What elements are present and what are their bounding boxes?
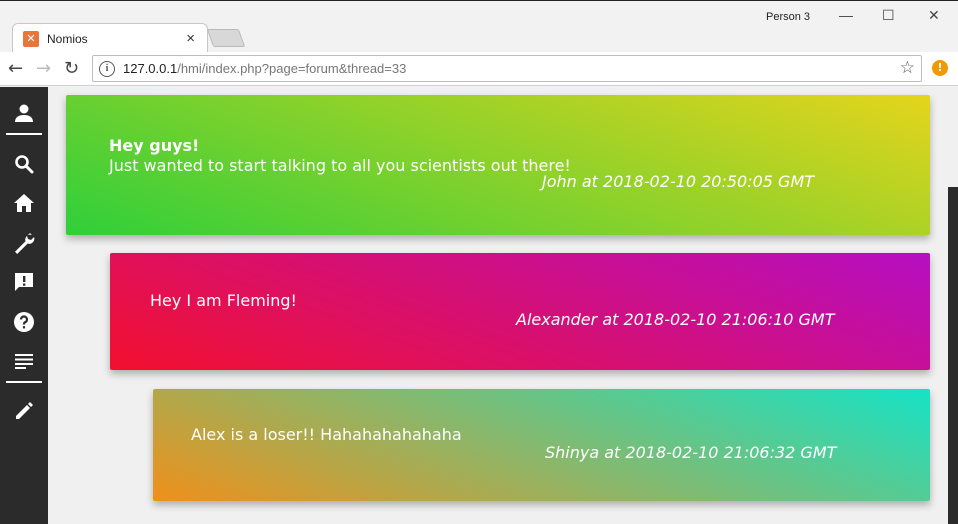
nav-report[interactable]	[0, 264, 48, 300]
moon-icon[interactable]	[918, 106, 936, 128]
post-meta: Shinya at 2018-02-10 21:06:32 GMT	[545, 443, 837, 462]
list-icon	[15, 354, 33, 369]
edit-icon	[16, 402, 33, 419]
page-scrollbar[interactable]	[948, 187, 958, 524]
post-meta: John at 2018-02-10 20:50:05 GMT	[542, 172, 815, 191]
profile-name[interactable]: Person 3	[766, 11, 810, 23]
post-body: Alex is a loser!! Hahahahahahaha	[191, 425, 462, 444]
tab-close-icon[interactable]: ×	[186, 30, 195, 47]
tab-title: Nomios	[47, 31, 88, 46]
nav-search[interactable]	[0, 146, 48, 182]
help-icon	[14, 312, 34, 332]
browser-toolbar: ← → ↻ i 127.0.0.1/hmi/index.php?page=for…	[0, 52, 958, 86]
address-bar[interactable]: i 127.0.0.1/hmi/index.php?page=forum&thr…	[92, 55, 922, 82]
maximize-button[interactable]: ☐	[882, 7, 895, 24]
nav-divider	[6, 381, 42, 383]
update-alert-icon[interactable]: !	[932, 60, 948, 76]
page-viewport: Hey guys! Just wanted to start talking t…	[0, 87, 958, 524]
post-body: Hey I am Fleming!	[150, 291, 297, 310]
forum-post: Hey I am Fleming! Alexander at 2018-02-1…	[110, 253, 930, 370]
bookmark-star-icon[interactable]: ☆	[900, 58, 915, 78]
minimize-button[interactable]: —	[839, 7, 853, 23]
nav-profile[interactable]	[0, 95, 48, 131]
nav-tools[interactable]	[0, 225, 48, 261]
url-path: /hmi/index.php?page=forum&thread=33	[177, 61, 407, 76]
new-tab-button[interactable]	[206, 29, 246, 47]
nav-help[interactable]	[0, 304, 48, 340]
url-host: 127.0.0.1	[123, 61, 178, 76]
close-window-button[interactable]: ✕	[928, 7, 940, 24]
reload-icon[interactable]: ↻	[64, 58, 79, 79]
browser-tab[interactable]: ✕ Nomios ×	[12, 23, 208, 53]
post-meta: Alexander at 2018-02-10 21:06:10 GMT	[516, 310, 835, 329]
nav-home[interactable]	[0, 185, 48, 221]
home-icon	[14, 194, 34, 212]
forum-post: Hey guys! Just wanted to start talking t…	[66, 95, 930, 235]
nav-divider	[6, 133, 42, 135]
forum-post: Alex is a loser!! Hahahahahahaha Shinya …	[153, 389, 930, 501]
post-body: Just wanted to start talking to all you …	[109, 156, 571, 175]
info-icon[interactable]: i	[99, 60, 115, 77]
xampp-favicon-icon: ✕	[23, 30, 39, 47]
profile-icon	[15, 104, 33, 122]
browser-titlebar: ✕ Nomios × Person 3 — ☐ ✕	[0, 0, 958, 53]
back-arrow-icon[interactable]: ←	[8, 58, 23, 79]
report-icon	[15, 273, 33, 291]
post-greeting: Hey guys!	[109, 136, 200, 155]
url-text[interactable]: 127.0.0.1/hmi/index.php?page=forum&threa…	[123, 61, 406, 76]
nav-threads[interactable]	[0, 343, 48, 379]
forward-arrow-icon[interactable]: →	[36, 58, 51, 79]
search-icon	[15, 155, 34, 174]
nav-edit[interactable]	[0, 393, 48, 429]
wrench-icon	[15, 233, 35, 254]
side-nav	[0, 87, 48, 524]
